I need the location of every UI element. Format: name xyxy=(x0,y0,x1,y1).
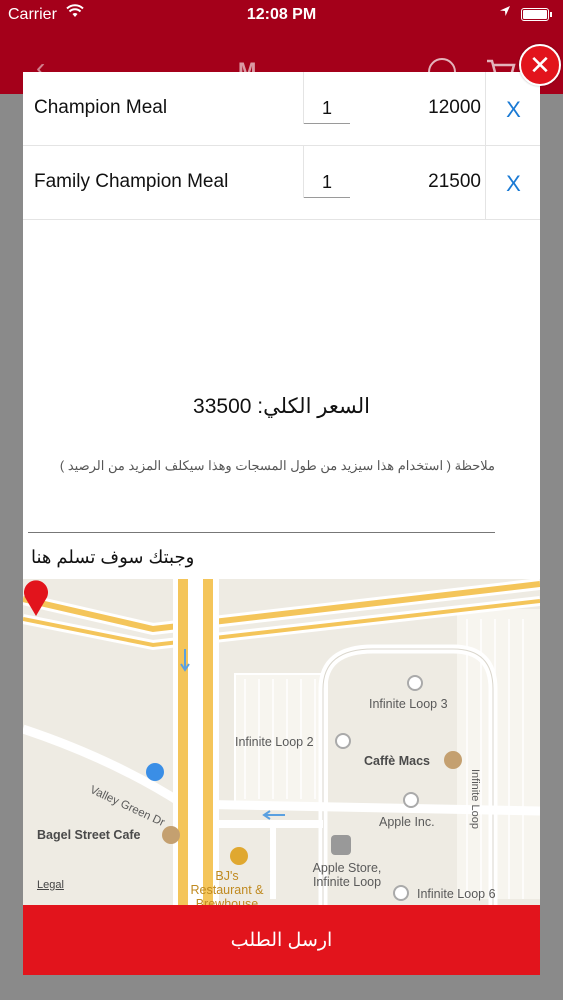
submit-order-button[interactable]: ارسل الطلب xyxy=(23,905,540,975)
clock: 12:08 PM xyxy=(246,6,317,23)
map-legal-link[interactable]: Legal xyxy=(37,879,64,891)
map-label: Infinite Loop 3 xyxy=(369,697,448,711)
item-price: 21500 xyxy=(428,171,481,192)
order-modal: Champion Meal 1 12000 X Family Champion … xyxy=(23,72,540,975)
order-row: Champion Meal 1 12000 X xyxy=(23,72,540,146)
total-value: 33500 xyxy=(193,395,252,418)
map-label: Infinite Loop 6 xyxy=(417,887,496,901)
location-arrow-icon xyxy=(499,5,511,20)
map-label: BJ's Restaurant & Brewhouse xyxy=(190,869,264,905)
order-row: Family Champion Meal 1 21500 X xyxy=(23,146,540,220)
close-icon[interactable]: ✕ xyxy=(519,44,561,86)
status-bar: Carrier 12:08 PM xyxy=(0,0,563,30)
map-label: Bagel Street Cafe xyxy=(37,828,141,842)
map-label: Caffè Macs xyxy=(364,754,430,768)
item-quantity[interactable]: 1 xyxy=(303,72,350,124)
battery-icon xyxy=(521,8,552,21)
item-price: 12000 xyxy=(428,97,481,118)
map-label: Apple Inc. xyxy=(379,815,435,829)
note-text: ملاحظة ( استخدام هذا سيزيد من طول المسجا… xyxy=(59,458,495,473)
remove-item-button[interactable]: X xyxy=(485,146,541,220)
item-name: Family Champion Meal xyxy=(34,171,229,192)
delivery-map[interactable]: Infinite Loop 3 Infinite Loop 2 Caffè Ma… xyxy=(23,579,540,905)
item-quantity[interactable]: 1 xyxy=(303,146,350,198)
note-input[interactable] xyxy=(28,532,495,533)
map-label: Apple Store, Infinite Loop xyxy=(312,861,382,889)
delivery-label: وجبتك سوف تسلم هنا xyxy=(31,547,195,567)
item-name: Champion Meal xyxy=(34,97,168,118)
map-label: Infinite Loop xyxy=(469,769,481,829)
total-label: السعر الكلي: xyxy=(257,395,370,418)
map-label: Infinite Loop 2 xyxy=(235,735,314,749)
total-price: السعر الكلي: 33500 xyxy=(23,394,540,430)
map-pin-icon[interactable] xyxy=(23,579,49,617)
